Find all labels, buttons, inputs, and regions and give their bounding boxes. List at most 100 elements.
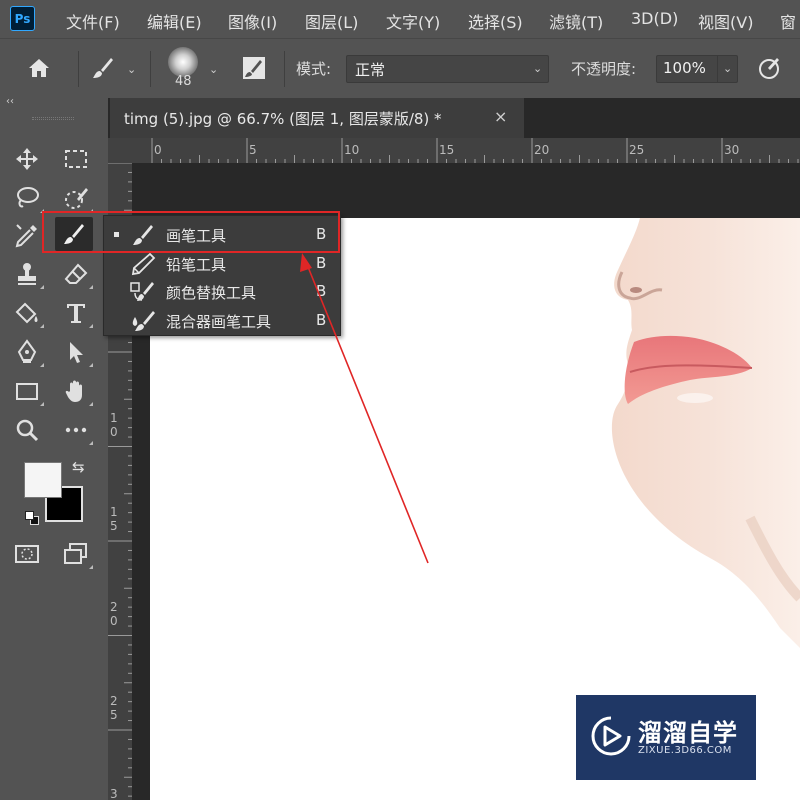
opacity-divider bbox=[717, 56, 718, 82]
shortcut-key: B bbox=[316, 311, 327, 329]
marquee-icon bbox=[65, 150, 87, 168]
pressure-opacity-button[interactable] bbox=[750, 51, 788, 85]
menu-select[interactable]: 选择(S) bbox=[468, 9, 523, 33]
quick-selection-icon bbox=[65, 188, 88, 209]
chevron-down-icon[interactable]: ⌄ bbox=[127, 63, 136, 76]
ruler-label: 25 bbox=[629, 143, 645, 157]
opacity-value: 100% bbox=[663, 59, 706, 77]
ruler-label: 5 bbox=[249, 143, 257, 157]
panel-grip[interactable] bbox=[32, 117, 74, 120]
close-icon[interactable]: × bbox=[494, 107, 507, 126]
lasso-icon bbox=[17, 187, 39, 208]
flyout-item-mixer-brush[interactable]: 混合器画笔工具 B bbox=[104, 307, 340, 335]
mode-label: 模式: bbox=[296, 60, 332, 78]
document-tab[interactable]: timg (5).jpg @ 66.7% (图层 1, 图层蒙版/8) * × bbox=[110, 98, 524, 138]
eyedropper-tool[interactable] bbox=[8, 218, 46, 252]
mode-select[interactable]: 正常 ⌄ bbox=[346, 55, 549, 83]
stamp-icon bbox=[18, 263, 36, 285]
lasso-tool[interactable] bbox=[8, 181, 46, 215]
ruler-label: 1 5 bbox=[110, 505, 118, 533]
color-replace-icon bbox=[130, 282, 154, 301]
menu-view[interactable]: 视图(V) bbox=[698, 9, 753, 33]
ruler-label: 3 bbox=[110, 787, 118, 800]
menu-3d[interactable]: 3D(D) bbox=[631, 9, 678, 28]
flyout-item-label: 颜色替换工具 bbox=[166, 284, 257, 302]
horizontal-ruler[interactable]: 0 5 10 15 20 25 30 bbox=[132, 138, 800, 163]
shortcut-key: B bbox=[316, 254, 327, 272]
flyout-item-label: 铅笔工具 bbox=[166, 256, 227, 274]
play-logo-icon bbox=[591, 716, 631, 756]
brush-icon bbox=[93, 58, 113, 78]
pen-tool[interactable] bbox=[8, 335, 46, 369]
rectangle-icon bbox=[16, 383, 38, 400]
eraser-icon bbox=[64, 263, 88, 284]
menu-layer[interactable]: 图层(L) bbox=[305, 9, 358, 33]
ruler-label: 2 0 bbox=[110, 600, 118, 628]
quick-selection-tool[interactable] bbox=[57, 181, 95, 215]
rectangle-tool[interactable] bbox=[8, 374, 46, 408]
menu-edit[interactable]: 编辑(E) bbox=[147, 9, 202, 33]
mixer-brush-icon bbox=[132, 311, 155, 331]
opacity-label: 不透明度: bbox=[571, 60, 637, 78]
mode-value: 正常 bbox=[355, 61, 386, 79]
quick-mask-button[interactable] bbox=[8, 537, 46, 571]
document-tab-title: timg (5).jpg @ 66.7% (图层 1, 图层蒙版/8) * bbox=[124, 110, 442, 128]
menu-file[interactable]: 文件(F) bbox=[66, 9, 120, 33]
more-tools-button[interactable] bbox=[57, 413, 95, 447]
stamp-tool[interactable] bbox=[8, 257, 46, 291]
brush-size-value: 48 bbox=[175, 74, 192, 89]
options-bar: ⌄ 48 ⌄ 模式: 正常 ⌄ 不透明度: 100% ⌄ bbox=[0, 38, 800, 98]
quick-mask-icon bbox=[15, 545, 39, 563]
foreground-color-swatch[interactable] bbox=[24, 462, 62, 498]
type-tool[interactable] bbox=[57, 296, 95, 330]
brush-size-preview[interactable] bbox=[168, 47, 198, 77]
chevron-down-icon: ⌄ bbox=[533, 62, 543, 75]
home-button[interactable] bbox=[20, 51, 58, 85]
chevron-down-icon: ⌄ bbox=[723, 62, 733, 75]
swap-colors-icon[interactable]: ⇆ bbox=[72, 458, 85, 476]
hand-tool[interactable] bbox=[57, 374, 95, 408]
chevron-down-icon[interactable]: ⌄ bbox=[209, 63, 218, 76]
eyedropper-icon bbox=[15, 224, 37, 248]
brush-settings-button[interactable] bbox=[235, 51, 273, 85]
zoom-tool[interactable] bbox=[8, 413, 46, 447]
ruler-label: 20 bbox=[534, 143, 550, 157]
menu-type[interactable]: 文字(Y) bbox=[386, 9, 440, 33]
ruler-label: 15 bbox=[439, 143, 455, 157]
horizontal-ruler-ticks bbox=[151, 138, 799, 163]
zoom-icon bbox=[16, 419, 39, 442]
marquee-tool[interactable] bbox=[57, 142, 95, 176]
menu-window[interactable]: 窗 bbox=[780, 9, 796, 33]
more-icon bbox=[65, 427, 87, 433]
path-selection-tool[interactable] bbox=[57, 335, 95, 369]
ruler-label: 1 0 bbox=[110, 411, 118, 439]
watermark-subtitle: ZIXUE.3D66.COM bbox=[638, 745, 732, 756]
move-tool[interactable] bbox=[8, 142, 46, 176]
hand-icon bbox=[65, 380, 82, 402]
ruler-label: 2 5 bbox=[110, 694, 118, 722]
brush-preset-button[interactable] bbox=[84, 51, 122, 85]
pen-icon bbox=[17, 339, 37, 363]
eraser-tool[interactable] bbox=[57, 257, 95, 291]
flyout-item-pencil[interactable]: 铅笔工具 B bbox=[104, 250, 340, 278]
ruler-label: 10 bbox=[344, 143, 360, 157]
screen-mode-icon bbox=[64, 543, 87, 564]
paint-bucket-tool[interactable] bbox=[8, 296, 46, 330]
move-icon bbox=[16, 148, 38, 170]
menu-filter[interactable]: 滤镜(T) bbox=[549, 9, 603, 33]
screen-mode-button[interactable] bbox=[57, 537, 95, 571]
opacity-input[interactable]: 100% ⌄ bbox=[656, 55, 738, 83]
shortcut-key: B bbox=[316, 282, 327, 300]
flyout-item-color-replacement[interactable]: 颜色替换工具 B bbox=[104, 278, 340, 306]
ruler-label: 0 bbox=[154, 143, 162, 157]
type-icon bbox=[67, 304, 85, 323]
menu-image[interactable]: 图像(I) bbox=[228, 9, 277, 33]
default-colors-icon[interactable] bbox=[24, 510, 40, 526]
pencil-icon bbox=[131, 252, 156, 276]
collapse-panel-icon[interactable]: ‹‹ bbox=[6, 96, 14, 107]
home-icon bbox=[29, 59, 49, 77]
brush-settings-icon bbox=[243, 57, 265, 79]
arrow-cursor-icon bbox=[70, 342, 83, 363]
watermark: 溜溜自学 ZIXUE.3D66.COM bbox=[576, 695, 756, 780]
ruler-corner[interactable] bbox=[108, 138, 132, 163]
